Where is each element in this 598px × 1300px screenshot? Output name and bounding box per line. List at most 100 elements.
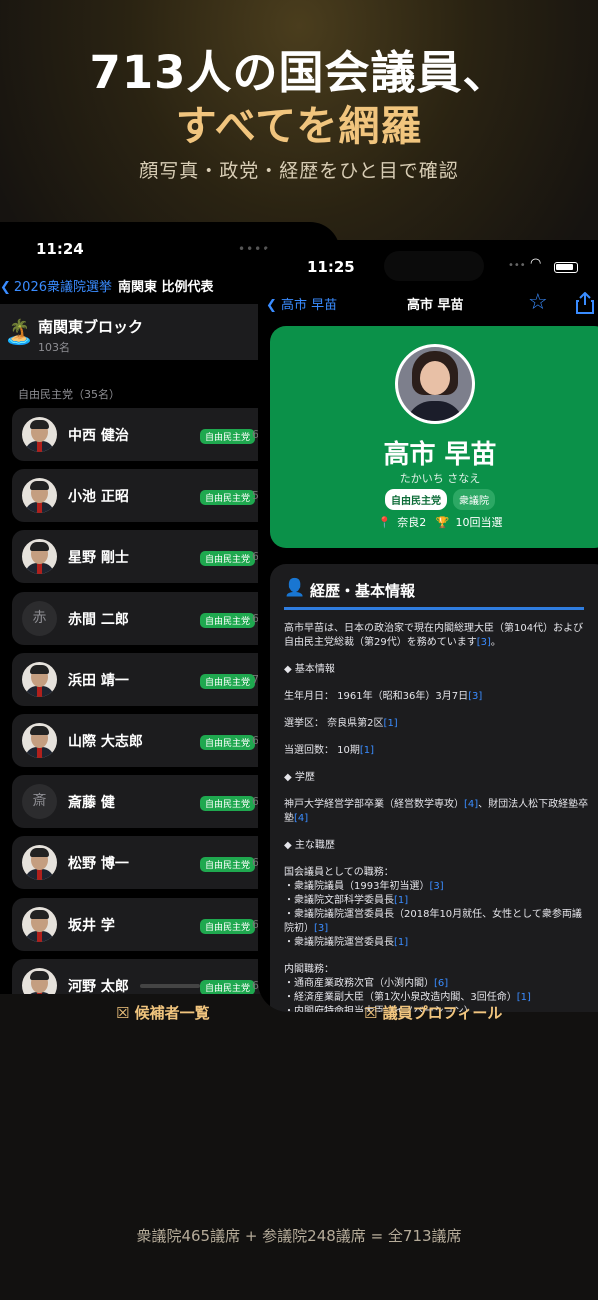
- avatar: [22, 539, 57, 575]
- profile-meta: 📍 奈良2 🏆 10回当選: [270, 514, 598, 530]
- profile-badges: 自由民主党 衆議院: [270, 489, 598, 510]
- profile-card: 高市 早苗 たかいち さなえ 自由民主党 衆議院 📍 奈良2 🏆 10回当選: [270, 326, 598, 548]
- status-time: 11:24: [36, 240, 84, 258]
- bio-line: ・衆議院議院運営委員長[1]: [284, 937, 409, 948]
- candidate-name: 浜田 靖一: [68, 672, 129, 689]
- citation-link[interactable]: [3]: [468, 691, 482, 702]
- avatar: [22, 967, 57, 994]
- bio-line: ・衆議院文部科学委員長[1]: [284, 895, 409, 906]
- section-label: 自由民主党（35名）: [18, 388, 120, 401]
- candidate-name: 星野 剛士: [68, 550, 129, 567]
- chevron-left-icon[interactable]: ❮: [0, 280, 11, 295]
- bio-line: 生年月日： 1961年（昭和36年）3月7日[3]: [284, 691, 483, 702]
- bio-line: 内閣職務：: [284, 964, 334, 975]
- bio-line: 高市早苗は、日本の政治家で現在内閣総理大臣（第104代）および自由民主党総裁（第…: [284, 623, 584, 648]
- avatar: [22, 661, 57, 697]
- back-button[interactable]: 2026衆議院選挙: [14, 280, 112, 295]
- citation-link[interactable]: [1]: [394, 937, 408, 948]
- candidate-name: 坂井 学: [68, 917, 115, 934]
- party-badge: 自由民主党: [200, 734, 256, 750]
- citation-link[interactable]: [1]: [394, 895, 408, 906]
- district-label: 奈良2: [397, 516, 427, 529]
- bio-line: ・通商産業政務次官（小渕内閣）[6]: [284, 978, 449, 989]
- avatar: [395, 344, 475, 424]
- candidate-name: 山際 大志郎: [68, 733, 143, 750]
- bio-text: 高市早苗は、日本の政治家で現在内閣総理大臣（第104代）および自由民主党総裁（第…: [284, 622, 590, 1012]
- party-badge: 自由民主党: [200, 612, 256, 628]
- bio-line: ・衆議院議員（1993年初当選）[3]: [284, 881, 444, 892]
- avatar: [22, 722, 57, 758]
- chevron-left-icon: ❮: [266, 298, 282, 313]
- bio-line: ・衆議院議院運営委員長（2018年10月就任、女性として衆参両議院初）[3]: [284, 909, 582, 934]
- battery-icon: [554, 262, 578, 273]
- wifi-icon: ◠: [530, 256, 542, 271]
- nav-bar: ❮ 2026衆議院選挙 南関東 比例代表: [0, 276, 214, 298]
- citation-link[interactable]: [3]: [429, 881, 443, 892]
- citation-link[interactable]: [1]: [517, 992, 531, 1003]
- signal-icon: •••: [508, 260, 526, 271]
- candidate-name: 中西 健治: [68, 428, 129, 444]
- bio-line: 国会議員としての職務：: [284, 867, 394, 878]
- wins-label: 10回当選: [455, 516, 503, 529]
- footer-seat-summary: 衆議院465議席 + 参議院248議席 = 全713議席: [136, 1227, 462, 1245]
- favorite-star-icon[interactable]: ☆: [528, 290, 548, 315]
- trophy-icon: 🏆: [435, 516, 450, 529]
- citation-link[interactable]: [3]: [314, 923, 328, 934]
- subtitle: 顔写真・政党・経歴をひと目で確認: [139, 160, 459, 182]
- caption-member-profile: ☒ 議員プロフィール: [364, 1004, 503, 1022]
- avatar: [22, 478, 57, 514]
- citation-link[interactable]: [6]: [434, 978, 448, 989]
- candidate-name: 赤間 二郎: [68, 611, 129, 628]
- nav-title: 南関東 比例代表: [118, 280, 214, 295]
- status-time: 11:25: [307, 258, 355, 276]
- pin-icon: 📍: [377, 516, 392, 529]
- candidate-name: 松野 博一: [68, 856, 129, 873]
- person-icon: 👤: [284, 578, 306, 598]
- avatar: [22, 845, 57, 881]
- dynamic-island: [384, 251, 484, 281]
- share-icon[interactable]: [576, 291, 594, 318]
- party-badge: 自由民主党: [385, 489, 447, 510]
- party-badge: 自由民主党: [200, 551, 256, 567]
- candidate-name: 小池 正昭: [68, 489, 129, 506]
- member-profile-screen: 11:25 ••• ◠ ❮ 高市 早苗 高市 早苗 ☆ 高市 早苗 たかいち さ…: [258, 240, 598, 1012]
- nav-title: 高市 早苗: [407, 298, 464, 313]
- block-title: 南関東ブロック: [38, 318, 144, 336]
- back-button[interactable]: ❮ 高市 早苗: [266, 294, 337, 313]
- scroll-indicator: [140, 984, 200, 988]
- party-badge: 自由民主党: [200, 673, 256, 689]
- bio-line: ◆ 学歴: [284, 772, 315, 783]
- party-badge: 自由民主党: [200, 490, 256, 506]
- bio-divider: [284, 607, 584, 610]
- party-badge: 自由民主党: [200, 979, 256, 994]
- bio-title: 経歴・基本情報: [310, 582, 416, 600]
- citation-link[interactable]: [3]: [477, 637, 491, 648]
- block-count: 103名: [38, 341, 70, 354]
- citation-link[interactable]: [1]: [360, 745, 374, 756]
- candidate-name: 斎藤 健: [68, 795, 115, 812]
- bio-line: 当選回数： 10期[1]: [284, 745, 375, 756]
- island-icon: 🏝️: [4, 318, 34, 346]
- bio-card: 👤 経歴・基本情報 高市早苗は、日本の政治家で現在内閣総理大臣（第104代）およ…: [270, 564, 598, 1012]
- caption-candidate-list: ☒ 候補者一覧: [116, 1004, 210, 1022]
- profile-kana: たかいち さなえ: [399, 472, 481, 485]
- party-badge: 自由民主党: [200, 796, 256, 812]
- avatar: [22, 906, 57, 942]
- avatar: 斎: [22, 784, 57, 820]
- avatar: 赤: [22, 600, 57, 636]
- headline-line2: すべてを網羅: [175, 102, 423, 150]
- citation-link[interactable]: [4]: [294, 813, 308, 824]
- avatar: [22, 417, 57, 452]
- house-badge: 衆議院: [453, 489, 495, 510]
- bio-line: 選挙区： 奈良県第2区[1]: [284, 718, 398, 729]
- profile-name: 高市 早苗: [383, 440, 497, 470]
- party-badge: 自由民主党: [200, 857, 256, 873]
- bio-line: ◆ 主な職歴: [284, 840, 335, 851]
- citation-link[interactable]: [1]: [384, 718, 398, 729]
- bio-line: 神戸大学経営学部卒業（経営数学専攻）[4]、財団法人松下政経塾卒塾[4]: [284, 799, 589, 824]
- candidate-name: 河野 太郎: [68, 978, 129, 994]
- bio-line: ◆ 基本情報: [284, 664, 335, 675]
- party-badge: 自由民主党: [200, 429, 256, 444]
- party-badge: 自由民主党: [200, 918, 256, 934]
- citation-link[interactable]: [4]: [464, 799, 478, 810]
